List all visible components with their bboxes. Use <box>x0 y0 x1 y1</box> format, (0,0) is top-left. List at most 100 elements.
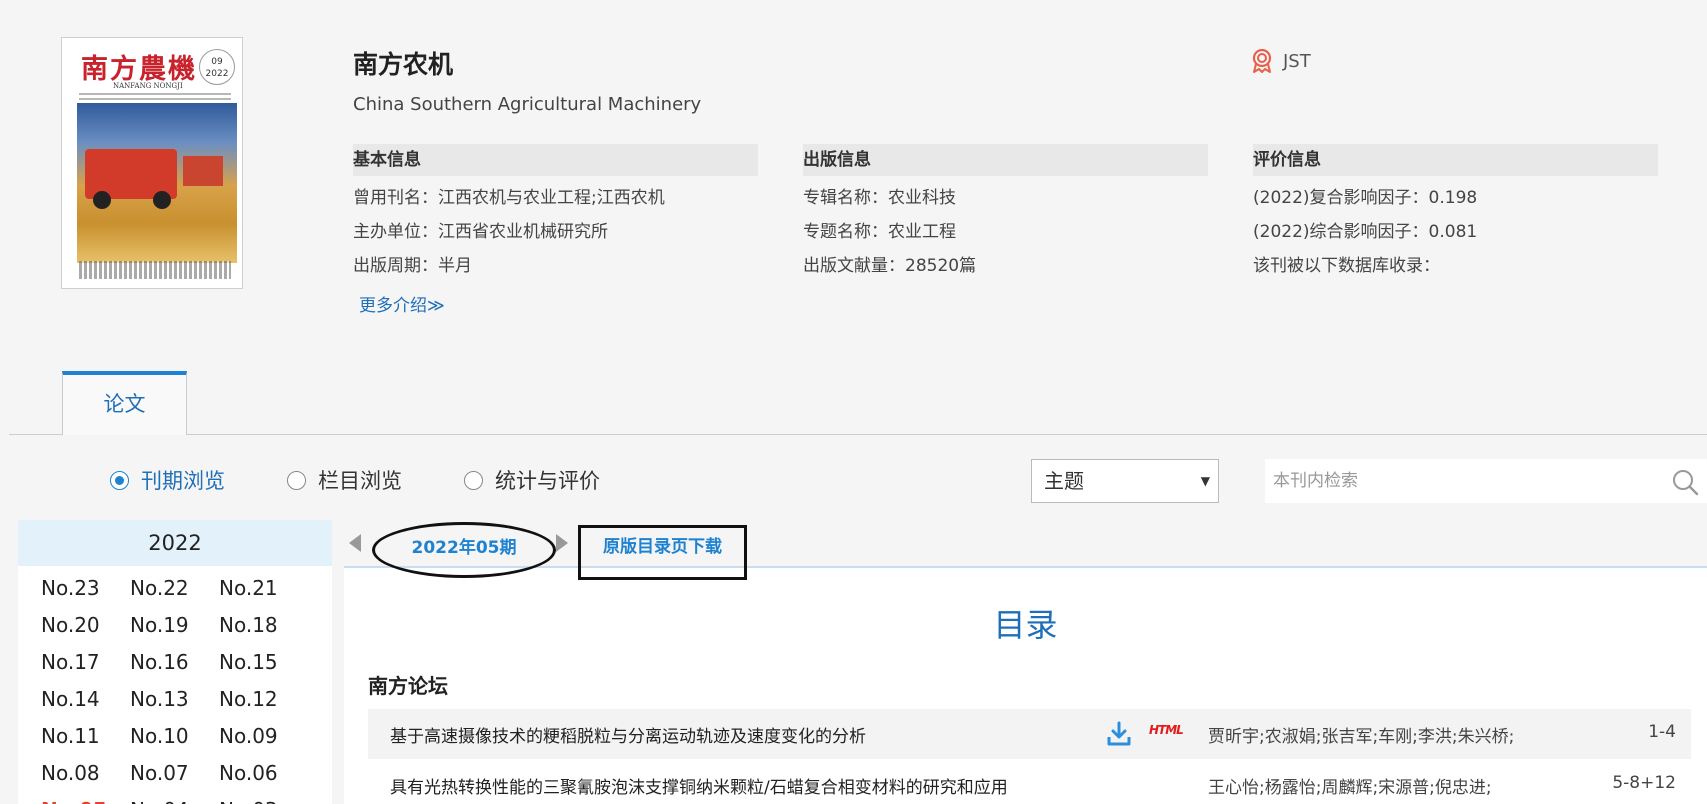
next-issue-arrow-icon[interactable] <box>556 534 568 552</box>
info-value: 0.081 <box>1428 222 1478 242</box>
radio-stats-eval[interactable]: 统计与评价 <box>464 465 600 495</box>
issue-link[interactable]: No.20 <box>41 607 130 644</box>
issue-link[interactable]: No.15 <box>219 644 308 681</box>
radio-issue-browse[interactable]: 刊期浏览 <box>110 465 225 495</box>
info-value: 江西农机与农业工程;江西农机 <box>438 188 665 208</box>
search-input[interactable] <box>1265 459 1707 503</box>
search-icon[interactable] <box>1671 468 1699 496</box>
search-field-select[interactable]: 主题 ▼ <box>1031 459 1219 503</box>
cover-footer <box>79 261 231 279</box>
issue-link[interactable]: No.06 <box>219 755 308 792</box>
year-header[interactable]: 2022 <box>18 520 332 566</box>
issue-link[interactable]: No.07 <box>130 755 219 792</box>
tab-papers[interactable]: 论文 <box>62 371 187 435</box>
issue-link[interactable]: No.05 <box>41 792 130 804</box>
basic-info-section: 基本信息 曾用刊名：江西农机与农业工程;江西农机 主办单位：江西省农业机械研究所… <box>353 144 758 278</box>
cover-title: 南方農機 <box>81 54 197 85</box>
search-field-value: 主题 <box>1044 469 1084 493</box>
info-line-comprehensive-if: (2022)综合影响因子：0.081 <box>1253 221 1658 244</box>
info-value: 江西省农业机械研究所 <box>438 222 608 242</box>
issue-link[interactable]: No.23 <box>41 570 130 607</box>
cover-text-line <box>79 98 231 100</box>
issue-link[interactable]: No.21 <box>219 570 308 607</box>
info-value: 0.198 <box>1428 188 1478 208</box>
issue-link[interactable]: No.11 <box>41 718 130 755</box>
issue-link[interactable]: No.12 <box>219 681 308 718</box>
info-value: 农业工程 <box>888 222 956 242</box>
info-key: 该刊被以下数据库收录： <box>1253 256 1440 276</box>
issue-link[interactable]: No.19 <box>130 607 219 644</box>
info-key: 曾用刊名： <box>353 188 438 208</box>
info-line-sponsor: 主办单位：江西省农业机械研究所 <box>353 221 758 244</box>
tab-divider <box>9 434 1707 435</box>
cover-wheel <box>93 191 111 209</box>
info-line-frequency: 出版周期：半月 <box>353 255 758 278</box>
current-issue-label[interactable]: 2022年05期 <box>372 522 556 578</box>
cover-trailer <box>183 156 223 186</box>
journal-english-title: China Southern Agricultural Machinery <box>353 94 702 115</box>
download-toc-button[interactable]: 原版目录页下载 <box>578 525 747 580</box>
radio-dot-icon <box>110 470 129 490</box>
article-authors[interactable]: 王心怡;杨露怡;周麟辉;宋源普;倪忠进; <box>1208 773 1492 798</box>
radio-label: 统计与评价 <box>495 469 600 493</box>
journal-title: 南方农机 <box>353 50 454 79</box>
radio-column-browse[interactable]: 栏目浏览 <box>287 465 402 495</box>
issue-link[interactable]: No.08 <box>41 755 130 792</box>
issue-link[interactable]: No.09 <box>219 718 308 755</box>
issue-link[interactable]: No.16 <box>130 644 219 681</box>
issue-link[interactable]: No.13 <box>130 681 219 718</box>
info-line-subject: 专题名称：农业工程 <box>803 221 1208 244</box>
info-key: 专题名称： <box>803 222 888 242</box>
info-value: 农业科技 <box>888 188 956 208</box>
info-key: 出版文献量： <box>803 256 905 276</box>
info-key: (2022)复合影响因子： <box>1253 188 1429 208</box>
html-view-icon[interactable]: HTML <box>1149 723 1184 737</box>
radio-label: 栏目浏览 <box>318 469 402 493</box>
publish-info-section: 出版信息 专辑名称：农业科技 专题名称：农业工程 出版文献量：28520篇 <box>803 144 1208 278</box>
cover-issue-year: 2022 <box>205 69 229 79</box>
more-intro-link[interactable]: 更多介绍≫ <box>359 291 445 316</box>
cover-text-line <box>79 93 231 95</box>
info-key: 专辑名称： <box>803 188 888 208</box>
award-icon <box>1252 49 1272 73</box>
dropdown-arrow-icon: ▼ <box>1200 474 1210 488</box>
info-line-composite-if: (2022)复合影响因子：0.198 <box>1253 187 1658 210</box>
jst-badge[interactable]: JST <box>1251 49 1311 73</box>
issue-link[interactable]: No.18 <box>219 607 308 644</box>
cover-issue-number: 09 <box>211 57 223 67</box>
toc-section-title: 南方论坛 <box>368 674 448 698</box>
cover-wheel <box>153 191 171 209</box>
basic-info-heading: 基本信息 <box>353 144 758 176</box>
article-pages: 5-8+12 <box>1612 773 1676 793</box>
jst-label: JST <box>1283 50 1311 72</box>
info-line-doc-count: 出版文献量：28520篇 <box>803 255 1208 278</box>
eval-info-heading: 评价信息 <box>1253 144 1658 176</box>
article-title[interactable]: 基于高速摄像技术的粳稻脱粒与分离运动轨迹及速度变化的分析 <box>390 722 866 747</box>
info-key: 出版周期： <box>353 256 438 276</box>
issue-link[interactable]: No.14 <box>41 681 130 718</box>
issue-grid: No.23 No.22 No.21 No.20 No.19 No.18 No.17 No.16… <box>18 566 332 804</box>
article-title[interactable]: 具有光热转换性能的三聚氰胺泡沫支撑铜纳米颗粒/石蜡复合相变材料的研究和应用 <box>390 773 1008 798</box>
info-key: 主办单位： <box>353 222 438 242</box>
eval-info-section: 评价信息 (2022)复合影响因子：0.198 (2022)综合影响因子：0.0… <box>1253 144 1658 278</box>
cover-image: 南方農機 NANFANG NONGJI 09 2022 <box>65 41 239 285</box>
download-icon[interactable] <box>1107 721 1131 747</box>
cover-issue-badge: 09 2022 <box>199 49 235 85</box>
article-row: 基于高速摄像技术的粳稻脱粒与分离运动轨迹及速度变化的分析 HTML 贾昕宇;农淑… <box>368 709 1691 759</box>
prev-issue-arrow-icon[interactable] <box>349 534 361 552</box>
issue-link[interactable]: No.03 <box>219 792 308 804</box>
issue-link[interactable]: No.22 <box>130 570 219 607</box>
publish-info-heading: 出版信息 <box>803 144 1208 176</box>
toc-title: 目录 <box>993 606 1058 644</box>
info-value: 28520篇 <box>905 256 977 276</box>
journal-cover[interactable]: 南方農機 NANFANG NONGJI 09 2022 <box>61 37 243 289</box>
issue-link[interactable]: No.04 <box>130 792 219 804</box>
article-authors[interactable]: 贾昕宇;农淑娟;张吉军;车刚;李洪;朱兴桥; <box>1208 722 1514 747</box>
issue-link[interactable]: No.10 <box>130 718 219 755</box>
info-line-former-name: 曾用刊名：江西农机与农业工程;江西农机 <box>353 187 758 210</box>
issue-link[interactable]: No.17 <box>41 644 130 681</box>
radio-label: 刊期浏览 <box>141 469 225 493</box>
article-row: 具有光热转换性能的三聚氰胺泡沫支撑铜纳米颗粒/石蜡复合相变材料的研究和应用 王心… <box>368 760 1691 804</box>
year-issue-panel: 2022 No.23 No.22 No.21 No.20 No.19 No.18 No.17… <box>18 520 332 804</box>
info-line-series: 专辑名称：农业科技 <box>803 187 1208 210</box>
